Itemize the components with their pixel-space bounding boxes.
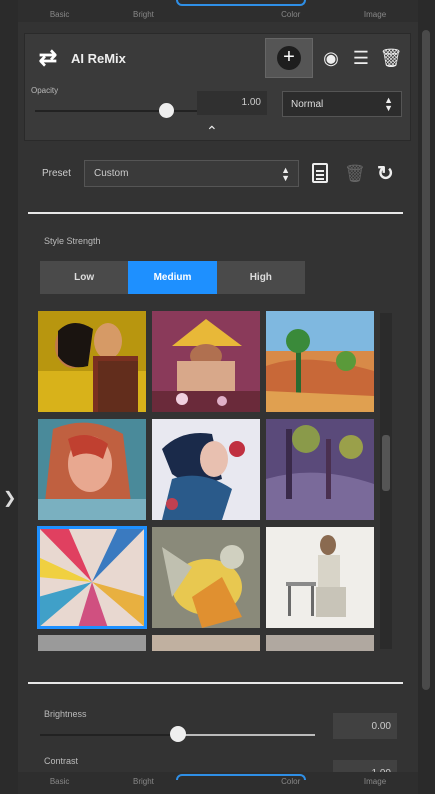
tab-basic[interactable]: Basic: [50, 10, 70, 19]
brightness-slider-fill: [40, 734, 178, 736]
menu-icon[interactable]: ☰: [349, 46, 373, 70]
style-thumbnail-farmer-hat[interactable]: [152, 311, 260, 412]
tab-image[interactable]: Image: [364, 777, 386, 786]
style-thumbnail-woman-splash[interactable]: [152, 419, 260, 520]
eye-icon[interactable]: ◉: [319, 46, 343, 70]
add-layer-button[interactable]: +: [265, 38, 313, 78]
tab-image[interactable]: Image: [364, 10, 386, 19]
trash-icon[interactable]: 🗑: [379, 46, 403, 70]
panel-scrollbar-thumb[interactable]: [422, 30, 430, 690]
tab-color[interactable]: Color: [281, 10, 300, 19]
contrast-label: Contrast: [44, 756, 79, 766]
brightness-slider-thumb[interactable]: [170, 726, 186, 742]
preset-value: Custom: [94, 168, 129, 179]
tab-bright[interactable]: Bright: [133, 10, 154, 19]
tab-bright[interactable]: Bright: [133, 777, 154, 786]
save-preset-document-icon[interactable]: [312, 163, 328, 183]
tab-indicator: [176, 774, 306, 780]
opacity-value-field[interactable]: 1.00: [197, 91, 267, 115]
style-thumbnail-partial[interactable]: [266, 635, 374, 651]
collapse-chevron-icon[interactable]: ⌃: [206, 123, 218, 140]
style-thumbnail-partial[interactable]: [152, 635, 260, 651]
grid-scrollbar[interactable]: [380, 313, 392, 649]
panel-scrollbar[interactable]: [418, 0, 435, 794]
delete-preset-trash-icon[interactable]: 🗑: [344, 164, 366, 184]
swap-arrows-icon[interactable]: ⇄: [33, 45, 63, 70]
preset-label: Preset: [42, 168, 71, 179]
style-thumbnail-abstract-yellow[interactable]: [152, 527, 260, 628]
select-arrows-icon: ▲ ▼: [281, 165, 290, 183]
preset-select[interactable]: Custom ▲ ▼: [84, 160, 299, 187]
style-thumbnail-man-sitting-white[interactable]: [266, 527, 374, 628]
select-arrows-icon: ▲ ▼: [384, 95, 393, 113]
title-row: ⇄ AI ReMix + ◉ ☰ 🗑: [33, 38, 403, 78]
style-thumbnail-forest-violet[interactable]: [266, 419, 374, 520]
plus-circle-icon: +: [277, 46, 301, 70]
style-thumbnail-woman-portrait-teal[interactable]: [38, 419, 146, 520]
expand-chevron-icon[interactable]: ❯: [3, 488, 16, 508]
style-strength-segmented: Low Medium High: [40, 261, 305, 294]
tab-basic[interactable]: Basic: [50, 777, 70, 786]
style-thumbnail-grid: [36, 311, 378, 651]
strength-low-button[interactable]: Low: [40, 261, 128, 294]
style-strength-label: Style Strength: [44, 236, 101, 246]
blend-mode-value: Normal: [291, 99, 324, 110]
section-divider: [28, 212, 403, 214]
layer-header: ⇄ AI ReMix + ◉ ☰ 🗑 Opacity 1.00 Normal ▲…: [24, 33, 411, 141]
strength-medium-button[interactable]: Medium: [128, 261, 217, 294]
style-thumbnail-partial[interactable]: [38, 635, 146, 651]
blend-mode-select[interactable]: Normal ▲ ▼: [282, 91, 402, 117]
filter-title: AI ReMix: [71, 50, 126, 66]
top-tab-bar: Basic Bright Color Image: [18, 0, 418, 22]
grid-scrollbar-thumb[interactable]: [382, 435, 390, 491]
tab-indicator: [176, 0, 306, 6]
style-thumbnail-desert-joshua-tree[interactable]: [266, 311, 374, 412]
opacity-slider-track[interactable]: [35, 110, 205, 112]
style-thumbnail-geometric-rays[interactable]: [37, 526, 147, 629]
left-gutter: ❯: [0, 0, 18, 794]
ai-remix-panel: ❯ Basic Bright Color Image ⇄ AI ReMix + …: [0, 0, 435, 794]
title-actions: + ◉ ☰ 🗑: [265, 38, 403, 78]
brightness-label: Brightness: [44, 709, 87, 719]
style-thumbnail-couple-gold[interactable]: [38, 311, 146, 412]
bottom-tab-bar: Basic Bright Color Image: [18, 772, 418, 794]
section-divider: [28, 682, 403, 684]
reset-icon[interactable]: ↻: [377, 161, 394, 186]
strength-high-button[interactable]: High: [217, 261, 305, 294]
opacity-label: Opacity: [31, 86, 59, 95]
opacity-slider-thumb[interactable]: [159, 103, 174, 118]
brightness-value-field[interactable]: 0.00: [333, 713, 397, 739]
